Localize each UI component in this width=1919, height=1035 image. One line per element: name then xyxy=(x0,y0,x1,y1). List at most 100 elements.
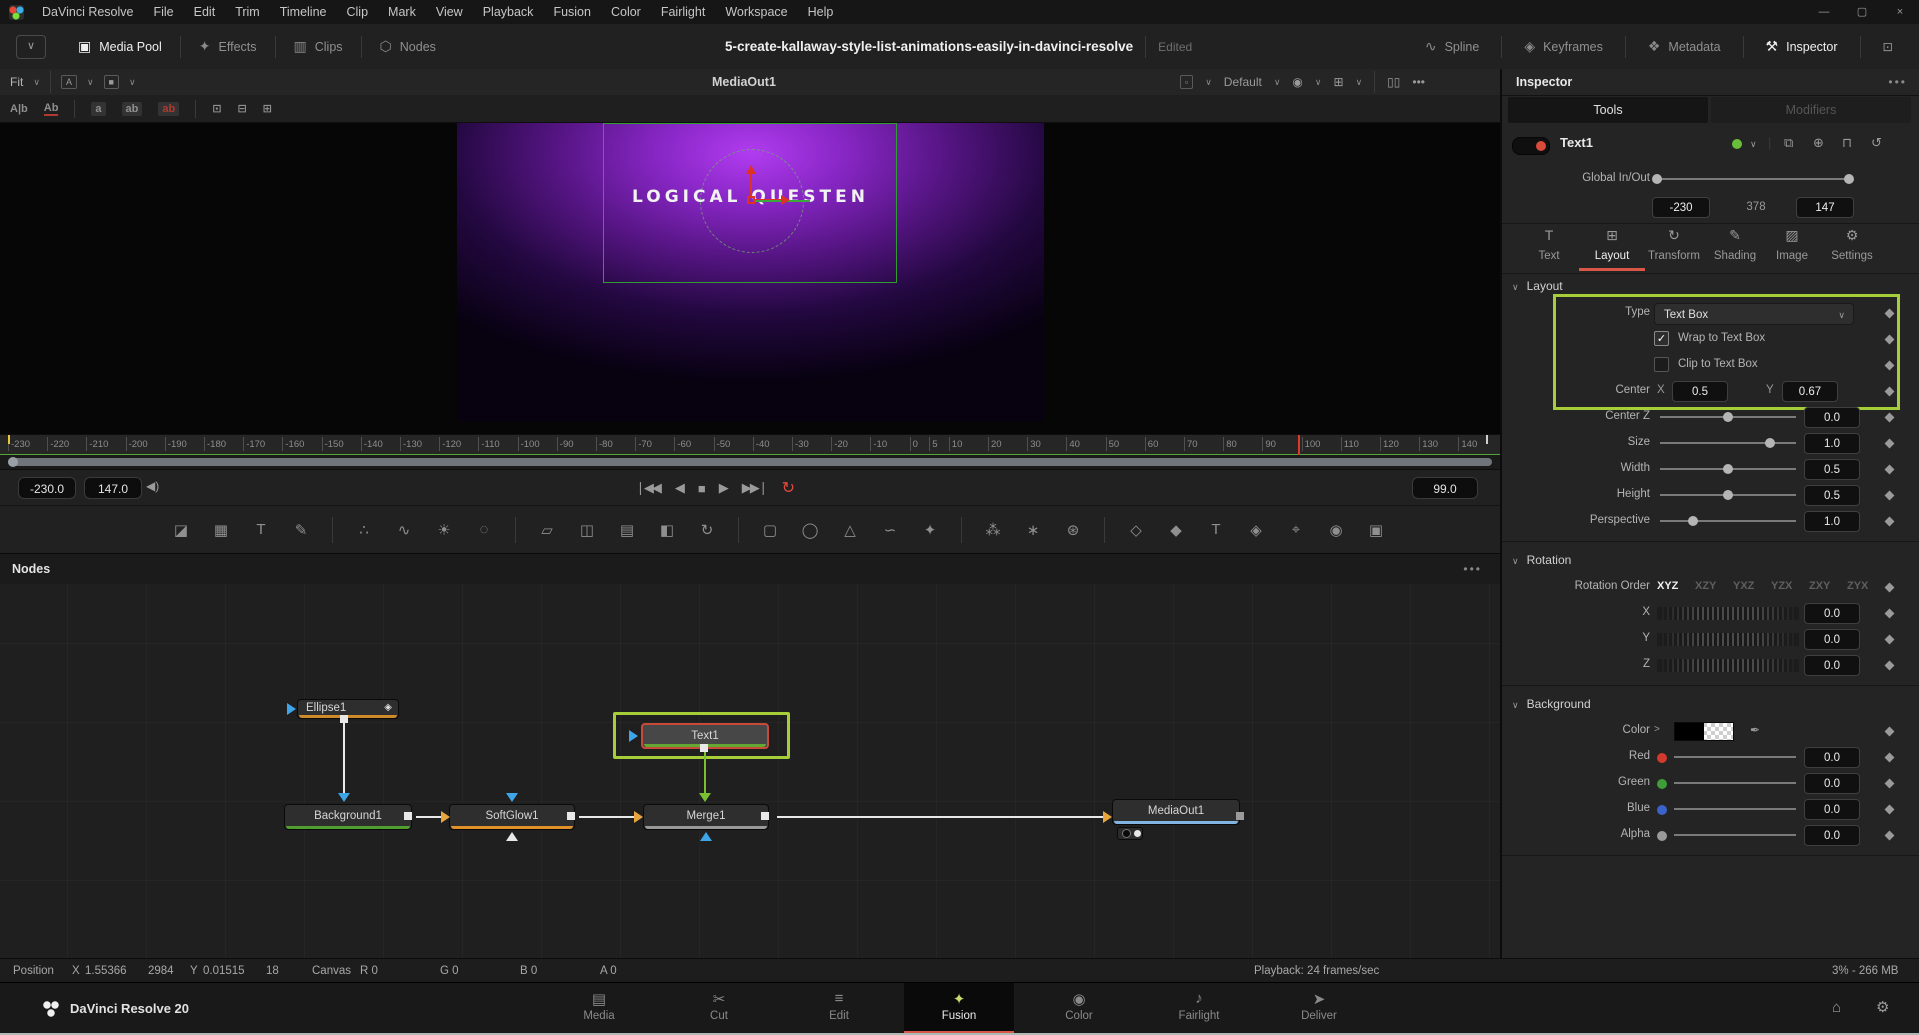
global-inout-slider[interactable] xyxy=(1654,178,1852,180)
inspector-options-icon[interactable]: ••• xyxy=(1888,69,1907,95)
insert-node-icon[interactable]: ⊡ xyxy=(212,102,221,115)
keyframe-diamond-icon[interactable] xyxy=(1885,413,1895,423)
tab-tools[interactable]: Tools xyxy=(1508,97,1708,123)
stop-button[interactable]: ■ xyxy=(698,481,704,496)
fastnoise-tool-icon[interactable]: ▦ xyxy=(212,521,230,539)
renderer3d-tool-icon[interactable]: ▣ xyxy=(1367,521,1385,539)
background-color-swatch[interactable] xyxy=(1674,722,1734,741)
page-edit[interactable]: ≡Edit xyxy=(784,983,894,1033)
keyframe-diamond-icon[interactable] xyxy=(1885,387,1895,397)
center-z-field[interactable]: 0.0 xyxy=(1804,407,1860,428)
port-arrow-icon[interactable] xyxy=(506,832,518,841)
dual-viewer-icon[interactable]: ▯▯ xyxy=(1387,75,1400,89)
ellipse-mask-tool-icon[interactable]: ◯ xyxy=(801,521,819,539)
type-dropdown[interactable]: Text Box∨ xyxy=(1654,303,1854,325)
menu-view[interactable]: View xyxy=(426,0,473,24)
buffer-select-icon[interactable]: ■ xyxy=(104,75,119,89)
section-header-rotation[interactable]: ∨Rotation xyxy=(1512,553,1571,567)
keyframe-diamond-icon[interactable] xyxy=(1885,831,1895,841)
viewer-canvas[interactable]: LOGICAL QUESTEN xyxy=(0,123,1500,434)
menu-file[interactable]: File xyxy=(143,0,183,24)
pin-icon[interactable]: ⊕ xyxy=(1813,135,1824,151)
keyframe-diamond-icon[interactable] xyxy=(1885,779,1895,789)
slider-color-dot[interactable] xyxy=(1657,805,1667,815)
grid-icon[interactable]: ⊞ xyxy=(1334,75,1344,89)
menu-clip[interactable]: Clip xyxy=(337,0,379,24)
maximize-icon[interactable]: ▢ xyxy=(1843,0,1881,24)
colorcorrector-tool-icon[interactable]: ∴ xyxy=(355,521,373,539)
colorcurves-tool-icon[interactable]: ∿ xyxy=(395,521,413,539)
viewer-assign-dots[interactable] xyxy=(1117,827,1143,840)
toolbar-nodes-button[interactable]: ⬡Nodes xyxy=(362,24,454,69)
loop-button[interactable]: ↻ xyxy=(782,478,795,498)
keyframe-diamond-icon[interactable] xyxy=(1885,727,1895,737)
nodes-options-icon[interactable]: ••• xyxy=(1463,554,1482,584)
keyframe-diamond-icon[interactable] xyxy=(1885,805,1895,815)
channel-select-icon[interactable]: A xyxy=(61,75,77,89)
pemitter-tool-icon[interactable]: ⁂ xyxy=(984,521,1002,539)
minimize-icon[interactable]: — xyxy=(1805,0,1843,24)
green-slider[interactable] xyxy=(1674,782,1796,784)
menu-fairlight[interactable]: Fairlight xyxy=(651,0,715,24)
menu-mark[interactable]: Mark xyxy=(378,0,426,24)
height-field[interactable]: 0.5 xyxy=(1804,485,1860,506)
text3d-tool-icon[interactable]: T xyxy=(1207,521,1225,538)
slider-handle[interactable] xyxy=(1723,490,1733,500)
port-arrow-icon[interactable] xyxy=(338,793,350,802)
perspective-field[interactable]: 1.0 xyxy=(1804,511,1860,532)
keyframe-diamond-icon[interactable] xyxy=(1885,361,1895,371)
playhead[interactable] xyxy=(1298,435,1300,456)
slider-handle[interactable] xyxy=(1652,174,1662,184)
page-cut[interactable]: ✂Cut xyxy=(664,983,774,1033)
reset-icon[interactable]: ↺ xyxy=(1871,135,1882,151)
clean-feed-icon[interactable]: ⊡ xyxy=(1865,24,1911,69)
tab-shading[interactable]: ✎Shading xyxy=(1705,227,1765,262)
node-merge1[interactable]: Merge1 xyxy=(643,804,769,830)
render-out-field[interactable]: 147.0 xyxy=(84,477,142,499)
slider-handle[interactable] xyxy=(1688,516,1698,526)
node-softglow1[interactable]: SoftGlow1 xyxy=(449,804,575,830)
spotlight3d-tool-icon[interactable]: ◉ xyxy=(1327,521,1345,539)
tab-transform[interactable]: ↻Transform xyxy=(1644,227,1704,262)
audio-icon[interactable]: ◀) xyxy=(146,479,159,493)
keyframe-diamond-icon[interactable] xyxy=(1885,517,1895,527)
port-arrow-icon[interactable] xyxy=(700,832,712,841)
toolbar-inspector-button[interactable]: ⚒Inspector xyxy=(1748,24,1856,69)
blue-slider[interactable] xyxy=(1674,808,1796,810)
node-mediaout1[interactable]: MediaOut1 xyxy=(1112,799,1240,825)
close-icon[interactable]: × xyxy=(1881,0,1919,24)
imageplane3d-tool-icon[interactable]: ◇ xyxy=(1127,521,1145,539)
center-x-field[interactable]: 0.5 xyxy=(1672,381,1728,402)
blue-field[interactable]: 0.0 xyxy=(1804,799,1860,820)
output-port[interactable] xyxy=(404,812,412,820)
timeline-scrollbar[interactable] xyxy=(8,458,1492,466)
char-mixed-icon[interactable]: ab xyxy=(122,102,143,116)
rotation-order-yxz[interactable]: YXZ xyxy=(1733,580,1754,592)
size-field[interactable]: 1.0 xyxy=(1804,433,1860,454)
toolbar-keyframes-button[interactable]: ◈Keyframes xyxy=(1506,24,1621,69)
first-frame-button[interactable]: ❘◀◀ xyxy=(635,480,660,496)
lut-dropdown[interactable]: Default xyxy=(1224,75,1262,89)
node-enable-toggle[interactable] xyxy=(1512,137,1550,155)
text-plus-tool-icon[interactable]: T xyxy=(252,521,270,538)
node-ellipse1[interactable]: Ellipse1◈ xyxy=(297,699,399,719)
width-field[interactable]: 0.5 xyxy=(1804,459,1860,480)
tab-layout[interactable]: ⊞Layout xyxy=(1582,227,1642,262)
node-background1[interactable]: Background1 xyxy=(284,804,412,830)
slider-handle[interactable] xyxy=(1765,438,1775,448)
magicmask-tool-icon[interactable]: ✦ xyxy=(921,521,939,539)
global-out-field[interactable]: 147 xyxy=(1796,197,1854,218)
red-slider[interactable] xyxy=(1674,756,1796,758)
menu-trim[interactable]: Trim xyxy=(225,0,270,24)
page-color[interactable]: ◉Color xyxy=(1024,983,1134,1033)
y-field[interactable]: 0.0 xyxy=(1804,629,1860,650)
menu-color[interactable]: Color xyxy=(601,0,651,24)
scrollbar-knob[interactable] xyxy=(8,457,18,467)
out-point-marker[interactable] xyxy=(1486,435,1488,444)
keyframe-diamond-icon[interactable] xyxy=(1885,609,1895,619)
menu-fusion[interactable]: Fusion xyxy=(543,0,601,24)
output-port[interactable] xyxy=(1236,812,1244,820)
keyframe-diamond-icon[interactable] xyxy=(1885,753,1895,763)
section-header-layout[interactable]: ∨Layout xyxy=(1512,279,1563,293)
section-header-background[interactable]: ∨Background xyxy=(1512,697,1591,711)
